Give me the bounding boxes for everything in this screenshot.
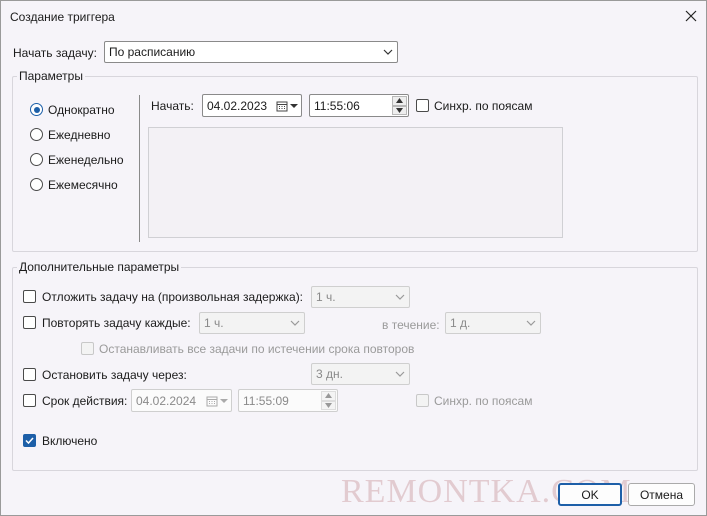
radio-once-label[interactable]: Однократно — [48, 103, 115, 117]
delay-value: 1 ч. — [316, 290, 336, 304]
ok-button[interactable]: OK — [558, 483, 622, 506]
start-task-select[interactable]: По расписанию — [104, 41, 398, 63]
radio-weekly-label[interactable]: Еженедельно — [48, 153, 124, 167]
start-time-input[interactable]: 11:55:06 — [309, 94, 409, 117]
checkmark-icon — [25, 437, 34, 445]
expire-time-spinner[interactable] — [321, 391, 336, 410]
sync-label[interactable]: Синхр. по поясам — [434, 99, 532, 113]
chevron-down-icon — [220, 399, 228, 403]
expire-time-value: 11:55:09 — [243, 393, 289, 408]
expire-sync-checkbox[interactable] — [416, 394, 429, 407]
calendar-icon — [276, 101, 288, 112]
radio-once-indicator[interactable] — [30, 103, 43, 116]
expire-calendar-dropdown[interactable] — [206, 395, 228, 407]
enabled-checkbox[interactable] — [23, 434, 36, 447]
delay-checkbox[interactable] — [23, 290, 36, 303]
arrow-down-icon — [396, 107, 403, 113]
radio-weekly[interactable] — [30, 153, 43, 166]
calendar-dropdown[interactable] — [276, 100, 298, 112]
chevron-down-icon — [395, 371, 405, 377]
schedule-details-panel — [148, 127, 563, 238]
radio-once[interactable] — [30, 103, 43, 116]
stop-after-value: 3 дн. — [316, 367, 343, 381]
chevron-down-icon — [290, 104, 298, 108]
window-title: Создание триггера — [10, 10, 115, 24]
expire-checkbox[interactable] — [23, 394, 36, 407]
expire-sync-label[interactable]: Синхр. по поясам — [434, 394, 532, 408]
repeat-label[interactable]: Повторять задачу каждые: — [42, 316, 191, 330]
ok-button-label: OK — [581, 487, 599, 502]
chevron-down-icon — [383, 49, 393, 55]
radio-daily-label[interactable]: Ежедневно — [48, 128, 110, 142]
calendar-icon — [206, 396, 218, 407]
radio-monthly-indicator[interactable] — [30, 178, 43, 191]
duration-select[interactable]: 1 д. — [445, 312, 541, 334]
repeat-select[interactable]: 1 ч. — [199, 312, 305, 334]
enabled-label[interactable]: Включено — [42, 434, 97, 448]
close-button[interactable] — [679, 5, 703, 27]
cancel-button-label: Отмена — [639, 487, 684, 502]
start-date-value: 04.02.2023 — [207, 98, 268, 113]
radio-daily[interactable] — [30, 128, 43, 141]
arrow-up-icon — [396, 98, 403, 104]
expire-date-value: 04.02.2024 — [136, 393, 197, 408]
repeat-value: 1 ч. — [204, 316, 224, 330]
start-task-label: Начать задачу: — [13, 46, 97, 60]
start-date-picker[interactable]: 04.02.2023 — [202, 94, 302, 117]
duration-label: в течение: — [382, 318, 440, 332]
chevron-down-icon — [526, 320, 536, 326]
stop-after-select[interactable]: 3 дн. — [311, 363, 410, 385]
repeat-checkbox[interactable] — [23, 316, 36, 329]
delay-select[interactable]: 1 ч. — [311, 286, 410, 308]
delay-label[interactable]: Отложить задачу на (произвольная задержк… — [42, 290, 303, 304]
spin-down-button[interactable] — [392, 105, 407, 115]
start-time-value: 11:55:06 — [314, 98, 360, 113]
spin-up-button[interactable] — [392, 96, 407, 106]
arrow-up-icon — [325, 393, 332, 399]
expire-time-input[interactable]: 11:55:09 — [238, 389, 338, 412]
start-task-value: По расписанию — [109, 45, 196, 59]
advanced-group-title: Дополнительные параметры — [17, 260, 182, 274]
stop-after-label[interactable]: Остановить задачу через: — [42, 368, 187, 382]
vertical-divider — [139, 95, 140, 242]
parameters-group-title: Параметры — [17, 69, 85, 83]
chevron-down-icon — [395, 294, 405, 300]
sync-checkbox[interactable] — [416, 99, 429, 112]
cancel-button[interactable]: Отмена — [628, 483, 695, 506]
radio-monthly-label[interactable]: Ежемесячно — [48, 178, 118, 192]
expire-date-picker[interactable]: 04.02.2024 — [131, 389, 232, 412]
expire-label[interactable]: Срок действия: — [42, 394, 127, 408]
stop-after-checkbox[interactable] — [23, 368, 36, 381]
chevron-down-icon — [290, 320, 300, 326]
close-icon — [685, 10, 697, 22]
radio-daily-indicator[interactable] — [30, 128, 43, 141]
arrow-down-icon — [325, 402, 332, 408]
expire-spin-up-button[interactable] — [321, 391, 336, 401]
time-spinner[interactable] — [392, 96, 407, 115]
start-label: Начать: — [151, 99, 194, 113]
radio-monthly[interactable] — [30, 178, 43, 191]
stop-all-label[interactable]: Останавливать все задачи по истечении ср… — [99, 342, 414, 356]
duration-value: 1 д. — [450, 316, 471, 330]
radio-weekly-indicator[interactable] — [30, 153, 43, 166]
expire-spin-down-button[interactable] — [321, 400, 336, 410]
trigger-dialog: Создание триггера Начать задачу: По расп… — [0, 0, 707, 516]
stop-all-checkbox[interactable] — [81, 342, 94, 355]
